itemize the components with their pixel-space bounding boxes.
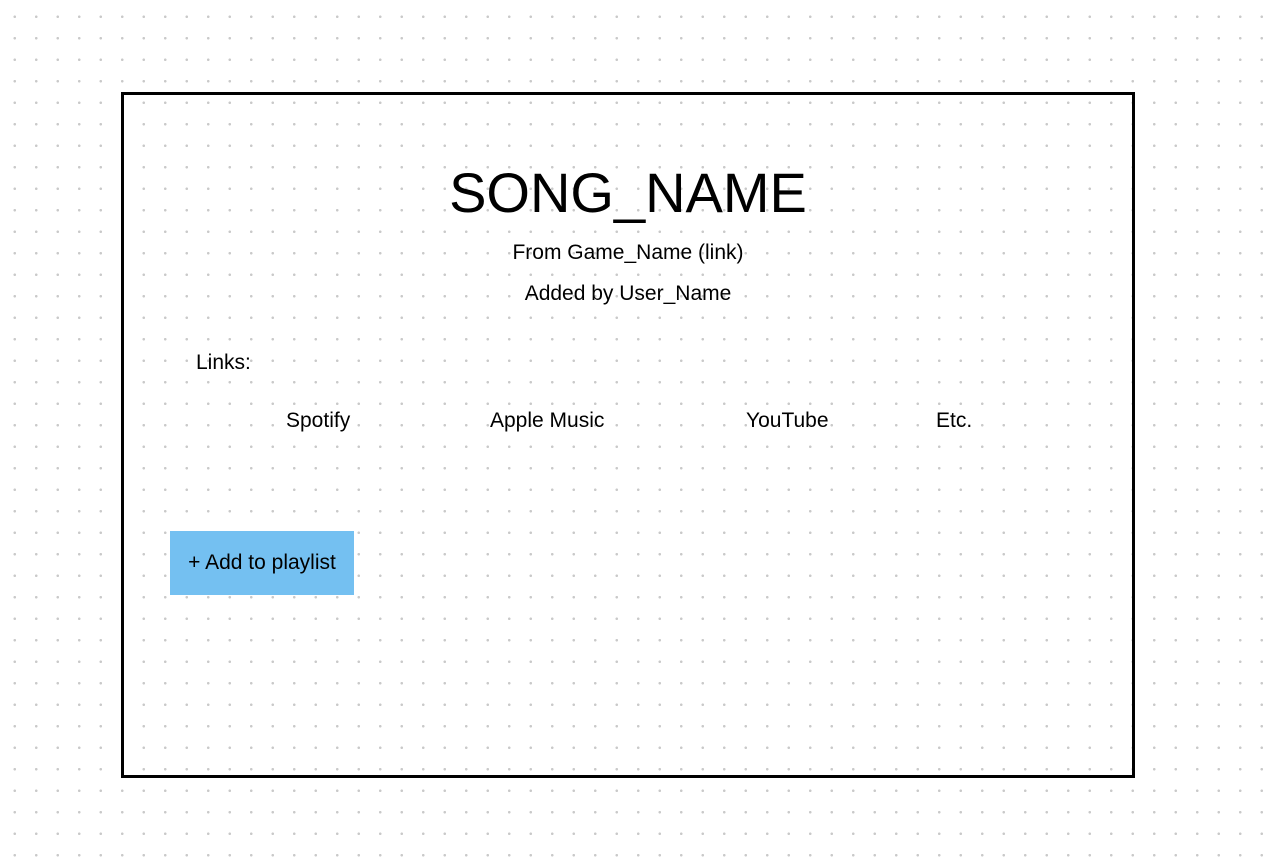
links-label: Links: <box>196 351 251 374</box>
link-etc[interactable]: Etc. <box>936 408 972 434</box>
link-spotify[interactable]: Spotify <box>286 408 350 434</box>
song-title: SONG_NAME <box>449 161 807 224</box>
link-apple-music[interactable]: Apple Music <box>490 408 604 434</box>
song-card: SONG_NAME From Game_Name (link) Added by… <box>121 92 1135 778</box>
added-by-text: Added by User_Name <box>524 282 732 305</box>
game-source-link[interactable]: From Game_Name (link) <box>124 240 1132 266</box>
link-youtube[interactable]: YouTube <box>746 408 829 434</box>
add-to-playlist-button[interactable]: + Add to playlist <box>170 531 354 595</box>
